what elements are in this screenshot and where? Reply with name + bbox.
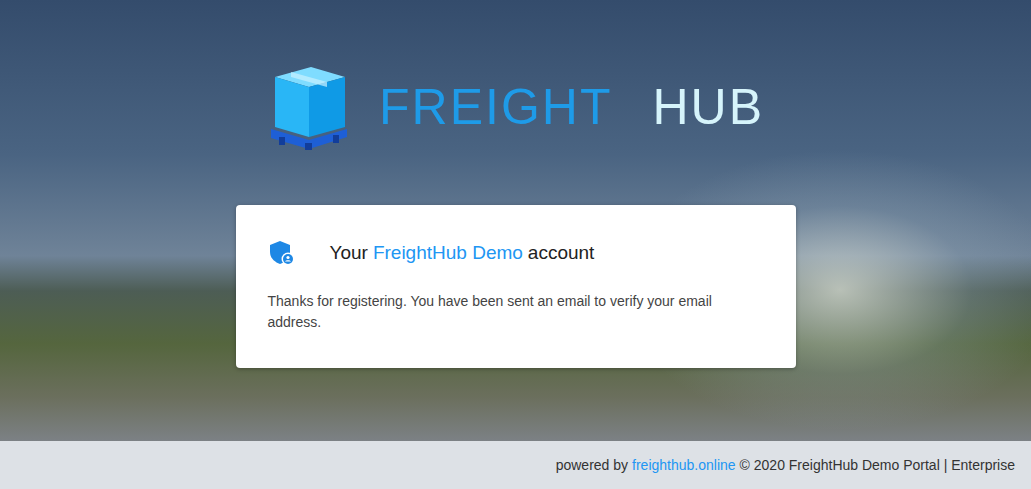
card-title: Your FreightHub Demo account (268, 239, 764, 267)
account-card: Your FreightHub Demo account Thanks for … (236, 205, 796, 368)
title-prefix: Your (330, 242, 368, 264)
logo-word-hub: HUB (652, 82, 764, 132)
logo: FREIGHT HUB (267, 64, 764, 150)
title-suffix: account (528, 242, 595, 264)
title-brand: FreightHub Demo (373, 242, 523, 264)
logo-word-freight: FREIGHT (379, 82, 612, 132)
background-photo: FREIGHT HUB Your FreightHub Demo account… (0, 0, 1031, 441)
footer-link[interactable]: freighthub.online (632, 457, 736, 473)
page: FREIGHT HUB Your FreightHub Demo account… (0, 0, 1031, 489)
shield-user-icon (268, 239, 296, 267)
verification-message: Thanks for registering. You have been se… (268, 291, 764, 333)
footer: powered by freighthub.online © 2020 Frei… (0, 441, 1031, 489)
footer-prefix: powered by (556, 457, 628, 473)
footer-copyright: © 2020 FreightHub Demo Portal | Enterpri… (740, 457, 1015, 473)
box-pallet-icon (267, 65, 349, 151)
